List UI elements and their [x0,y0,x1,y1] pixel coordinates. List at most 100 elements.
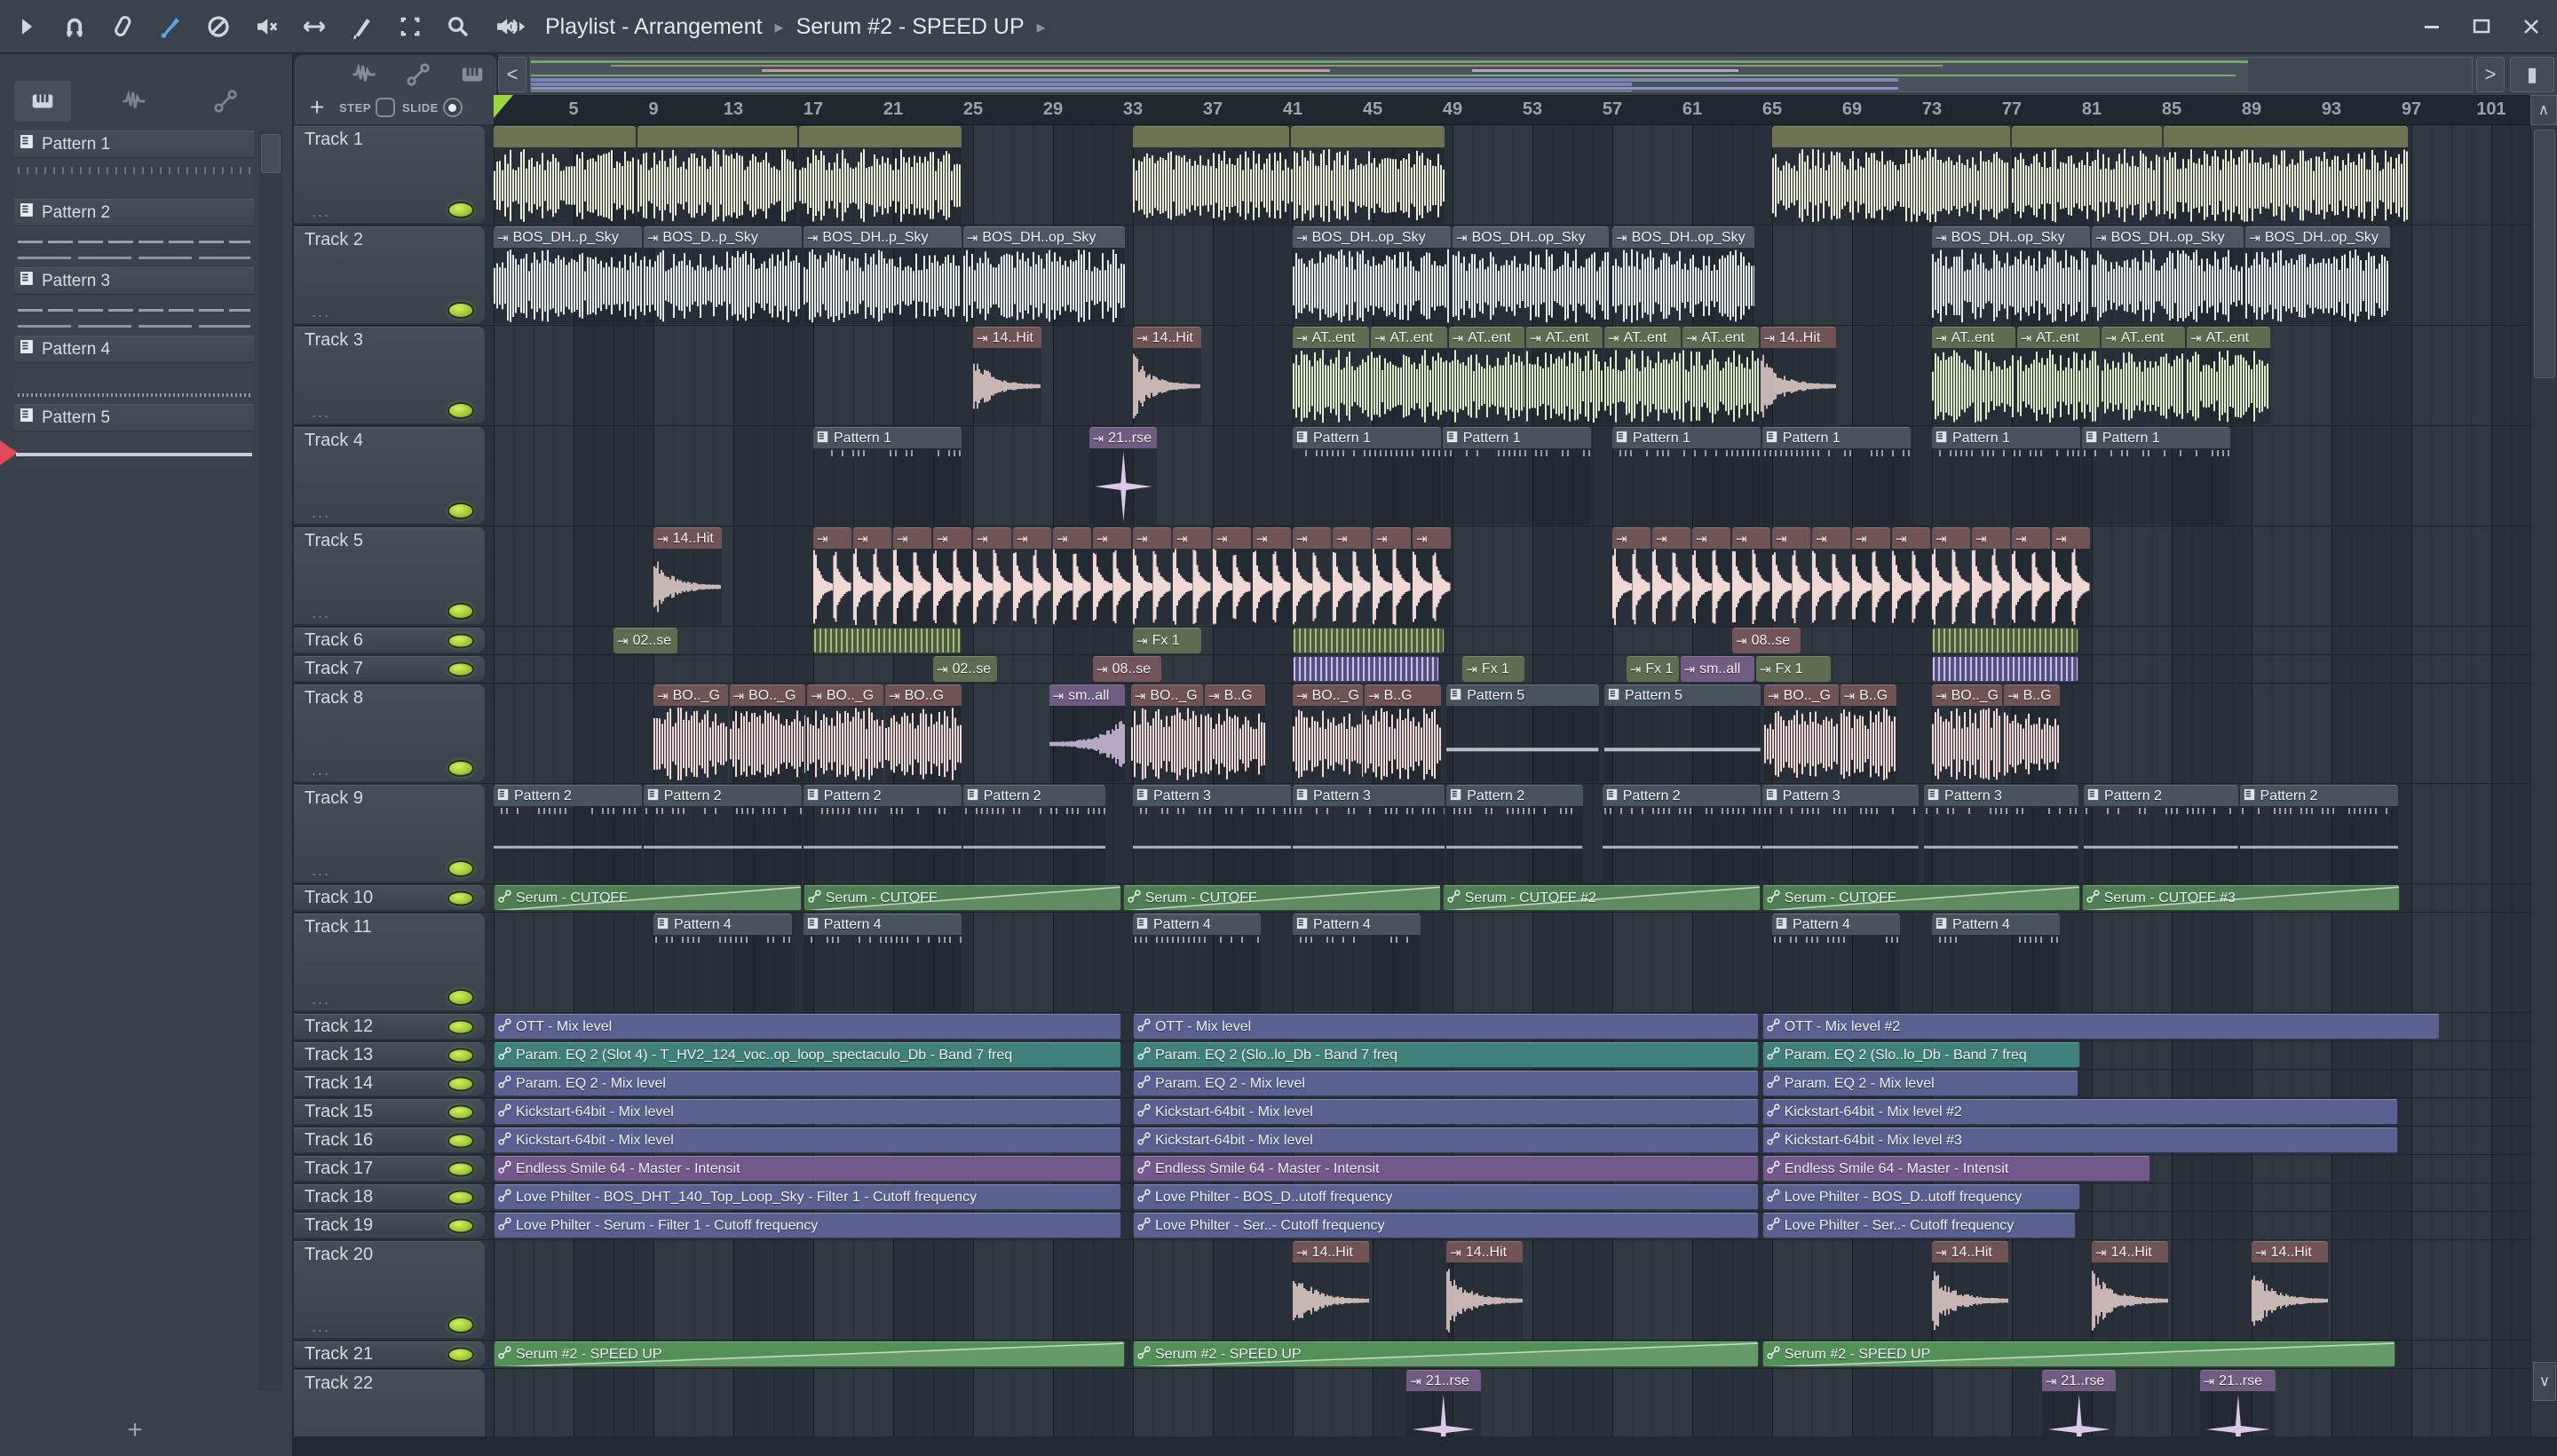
scroll-up-button[interactable]: ∧ [2530,95,2557,125]
track-name-block[interactable]: Track 6 [294,628,485,653]
clip[interactable]: ⇥ 14..Hit [1932,1241,2008,1339]
clip[interactable]: ⇥ B..G [2004,684,2061,782]
clip[interactable]: ⇥ [893,527,931,625]
clip[interactable]: Pattern 1 [1761,427,1911,525]
clip[interactable] [1293,628,1445,653]
track-mute-led[interactable] [447,1317,474,1333]
track-lane[interactable]: Love Philter - BOS_DHT_140_Top_Loop_Sky … [494,1183,2530,1211]
track-options[interactable]: ... [312,503,330,522]
clip[interactable]: Param. EQ 2 - Mix level [494,1071,1121,1096]
clip[interactable]: ⇥ [933,527,971,625]
track-name-block[interactable]: Track 7 [294,656,485,681]
clip[interactable]: ⇥ [1373,527,1411,625]
clip[interactable]: ⇥ AT..ent [2016,327,2101,424]
pen-icon[interactable] [344,9,380,44]
track-lane[interactable]: ⇥ 14..Hit ⇥ 14..Hit ⇥ 14..Hit ⇥ 14..Hit ⇥ 14..Hit [494,1240,2530,1340]
clip[interactable]: ⇥ BO.._G [1932,684,2002,782]
clip[interactable]: ⇥ 14..Hit [653,527,722,625]
clip[interactable]: Serum - CUTOFF #2 [1442,885,1761,911]
clip[interactable]: Param. EQ 2 (Slot 4) - T_HV2_124_voc..op… [494,1042,1121,1068]
track-name-block[interactable]: Track 1... [294,126,485,223]
clip[interactable]: ⇥ 14..Hit [1446,1241,1523,1339]
clip[interactable]: Pattern 2 [643,785,802,882]
track-lane[interactable]: Love Philter - Serum - Filter 1 - Cutoff… [494,1212,2530,1239]
overview-minimap[interactable] [530,57,2473,92]
playback-speaker-icon[interactable] [497,9,533,44]
track-options[interactable]: ... [312,303,330,321]
clip[interactable]: ⇥ [1852,527,1890,625]
vertical-scrollbar[interactable]: ∨ [2530,125,2557,1456]
sidebar-tab-piano[interactable] [14,81,71,122]
clip[interactable]: ⇥ [973,527,1011,625]
clip[interactable]: ⇥ AT..ent [2102,327,2185,424]
track-mute-led[interactable] [447,1190,474,1205]
track-lane[interactable]: ⇥ BOS_DH..p_Sky ⇥ BOS_D..p_Sky ⇥ BOS_DH..p_Sk… [494,226,2530,325]
clip[interactable] [1293,656,1439,682]
clip[interactable]: ⇥ [1293,527,1331,625]
clip[interactable]: Love Philter - Ser..- Cutoff frequency [1761,1213,2077,1238]
clip[interactable]: ⇥ 14..Hit [1293,1241,1369,1339]
sidebar-tab-link[interactable] [197,81,254,122]
track-name-block[interactable]: Track 14 [294,1071,485,1096]
scroll-down-button[interactable]: ∨ [2533,1362,2556,1401]
clip[interactable]: ⇥ BOS_DH..op_Sky [2245,226,2390,324]
no-entry-icon[interactable] [201,9,236,44]
clip[interactable]: Love Philter - BOS_D..utoff frequency [1761,1184,2080,1210]
pattern-item[interactable]: Pattern 4 [14,336,254,402]
close-button[interactable] [2518,13,2545,40]
clip[interactable] [494,126,636,224]
clip[interactable]: ⇥ 21..rse [1089,427,1158,525]
stretch-arrows-icon[interactable] [297,9,332,44]
clip[interactable]: Pattern 1 [2081,427,2230,525]
breadcrumb-target[interactable]: Serum #2 - SPEED UP [796,14,1025,40]
clip[interactable]: ⇥ BO.._G [1764,684,1839,782]
track-name-block[interactable]: Track 15 [294,1099,485,1124]
paint-brush-icon[interactable] [153,9,188,44]
track-mute-led[interactable] [447,1019,474,1034]
clip[interactable] [799,126,962,224]
clip[interactable]: Love Philter - BOS_D..utoff frequency [1133,1184,1759,1210]
clip[interactable]: ⇥ [1692,527,1730,625]
track-name-block[interactable]: Track 19 [294,1213,485,1238]
clip[interactable]: ⇥ [1932,527,1970,625]
clip[interactable]: ⇥ [1732,527,1770,625]
clip[interactable]: ⇥ [1612,527,1651,625]
clip[interactable] [1290,126,1445,224]
clip[interactable] [2012,126,2162,224]
clip[interactable]: ⇥ BO.._G [1293,684,1363,782]
scroll-thumb[interactable] [261,134,281,173]
track-options[interactable]: ... [312,604,330,622]
clip[interactable] [2164,126,2408,224]
track-lane[interactable]: Kickstart-64bit - Mix level Kickstart-64b… [494,1098,2530,1126]
clip[interactable]: ⇥ 14..Hit [1133,327,1201,424]
clip[interactable]: ⇥ BO.._G [807,684,883,782]
clip[interactable]: ⇥ 08..se [1093,656,1161,682]
track-lane[interactable]: OTT - Mix level OTT - Mix level OTT - Mix … [494,1013,2530,1041]
track-mute-led[interactable] [447,1076,474,1091]
track-lane[interactable]: ⇥ 14..Hit ⇥ 14..Hit ⇥ AT..ent ⇥ AT..ent ⇥ AT..ent… [494,326,2530,425]
breadcrumb-playlist[interactable]: Playlist - Arrangement [545,14,763,40]
clip[interactable]: ⇥ AT..ent [1293,327,1369,424]
track-name-block[interactable]: Track 18 [294,1184,485,1209]
clip[interactable]: ⇥ Fx 1 [1626,656,1679,682]
clip[interactable]: ⇥ B..G [1365,684,1441,782]
clip[interactable]: Pattern 1 [1293,427,1441,525]
track-options[interactable]: ... [312,761,330,779]
clip[interactable]: Serum #2 - SPEED UP [494,1341,1126,1367]
clip[interactable]: ⇥ [853,527,891,625]
magnet-icon[interactable] [57,9,92,44]
track-mute-led[interactable] [447,1104,474,1120]
clip[interactable] [637,126,798,224]
clip[interactable]: ⇥ BOS_DH..op_Sky [962,226,1126,324]
clip[interactable]: ⇥ AT..ent [1682,327,1759,424]
track-options[interactable]: ... [312,202,330,221]
track-options[interactable]: ... [312,403,330,422]
add-pattern-button[interactable]: + [115,1415,154,1444]
clip[interactable]: ⇥ Fx 1 [1756,656,1831,682]
clip[interactable]: Param. EQ 2 (Slo..lo_Db - Band 7 freq [1761,1042,2080,1068]
playhead-marker[interactable] [494,95,513,118]
clip[interactable]: ⇥ BO.._G [653,684,728,782]
clip[interactable]: Kickstart-64bit - Mix level [1133,1099,1759,1125]
clip[interactable]: ⇥ [1892,527,1930,625]
clip[interactable]: ⇥ Fx 1 [1133,628,1201,653]
